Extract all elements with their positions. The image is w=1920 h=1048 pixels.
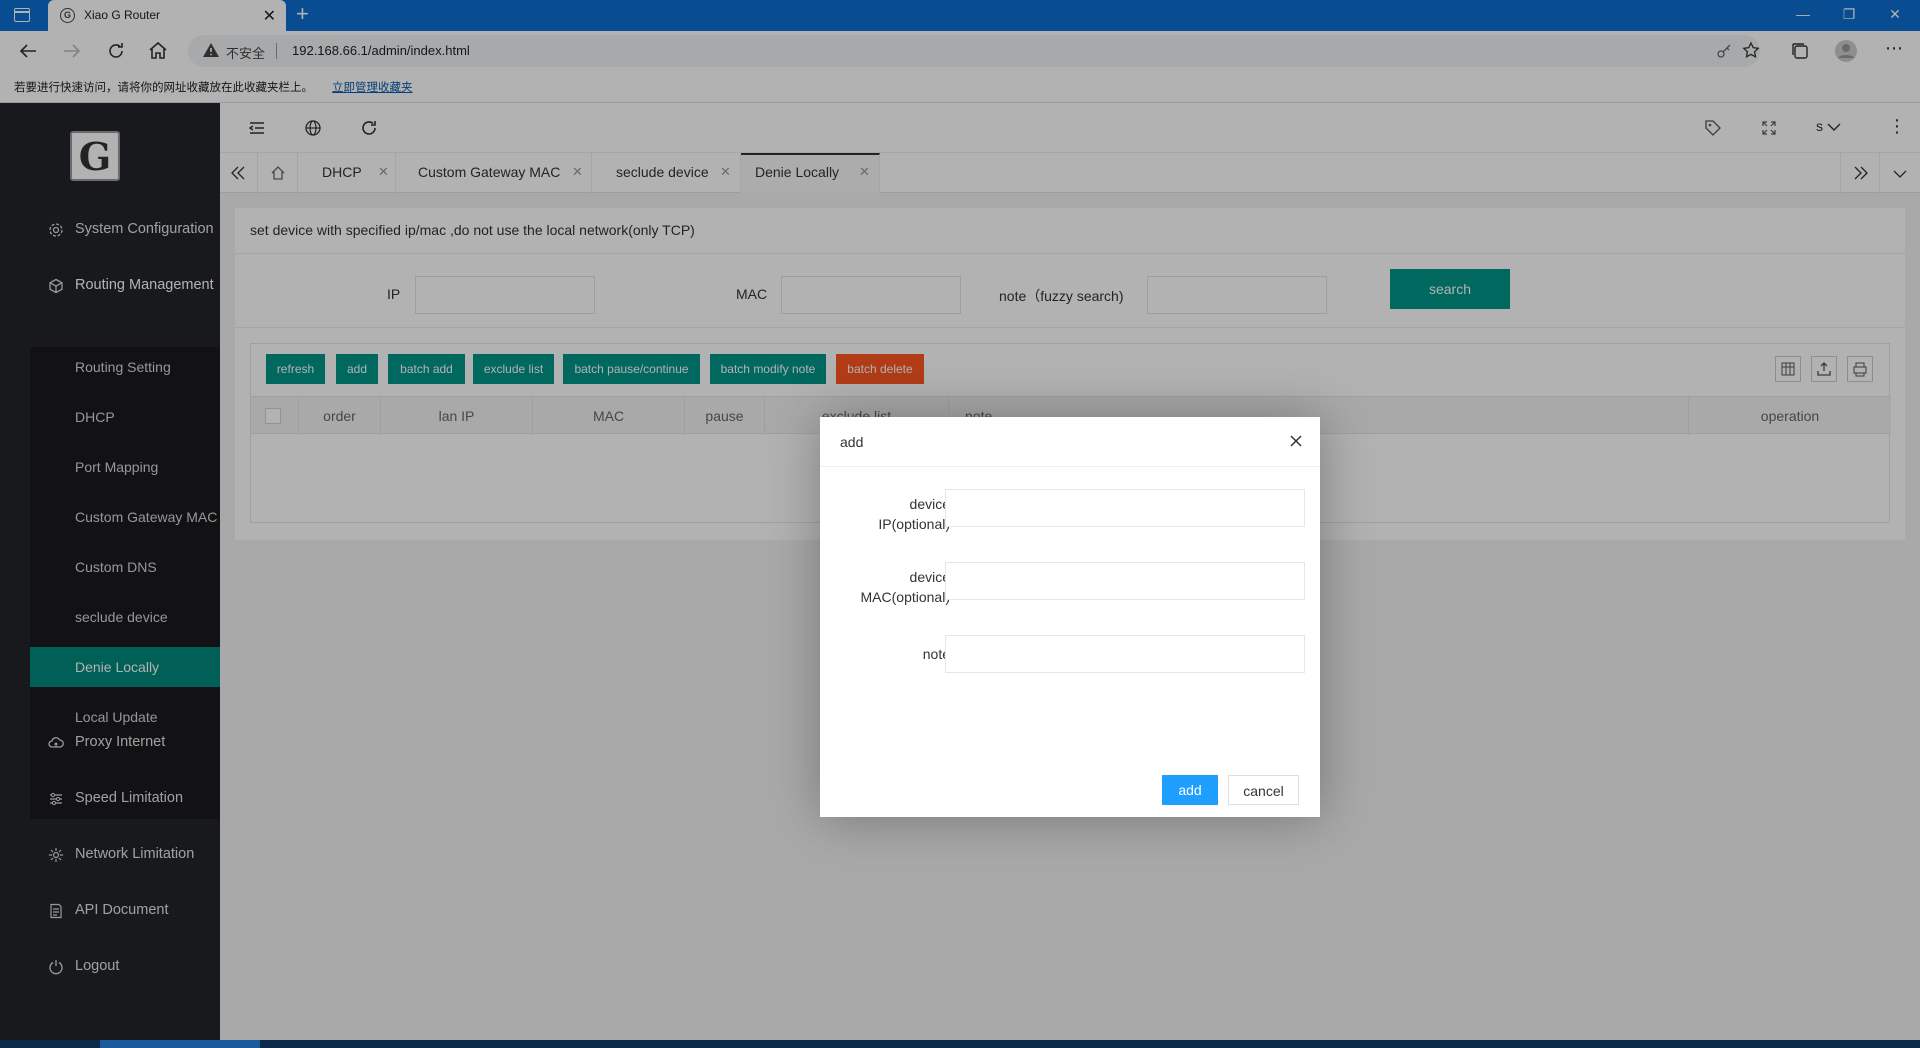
device-ip-input[interactable] <box>945 489 1305 527</box>
label-line: device <box>909 496 950 512</box>
taskbar <box>0 1040 1920 1048</box>
note-field-label: note <box>840 644 950 664</box>
label-line: MAC(optional) <box>860 589 950 605</box>
note-row: note <box>820 635 1320 695</box>
device-mac-label: device MAC(optional) <box>840 567 950 607</box>
label-line: device <box>909 569 950 585</box>
device-ip-label: device IP(optional) <box>840 494 950 534</box>
label-line: note <box>922 646 950 662</box>
dialog-header: add <box>820 417 1320 467</box>
device-ip-row: device IP(optional) <box>820 489 1320 549</box>
note-input[interactable] <box>945 635 1305 673</box>
close-icon[interactable] <box>1288 433 1304 449</box>
confirm-add-button[interactable]: add <box>1162 775 1218 805</box>
dialog-title: add <box>840 434 864 450</box>
device-mac-input[interactable] <box>945 562 1305 600</box>
label-line: IP(optional) <box>878 516 950 532</box>
taskbar-active-app[interactable] <box>100 1040 260 1048</box>
add-dialog: add device IP(optional) device MAC(optio… <box>820 417 1320 817</box>
device-mac-row: device MAC(optional) <box>820 562 1320 622</box>
cancel-button[interactable]: cancel <box>1228 775 1299 805</box>
